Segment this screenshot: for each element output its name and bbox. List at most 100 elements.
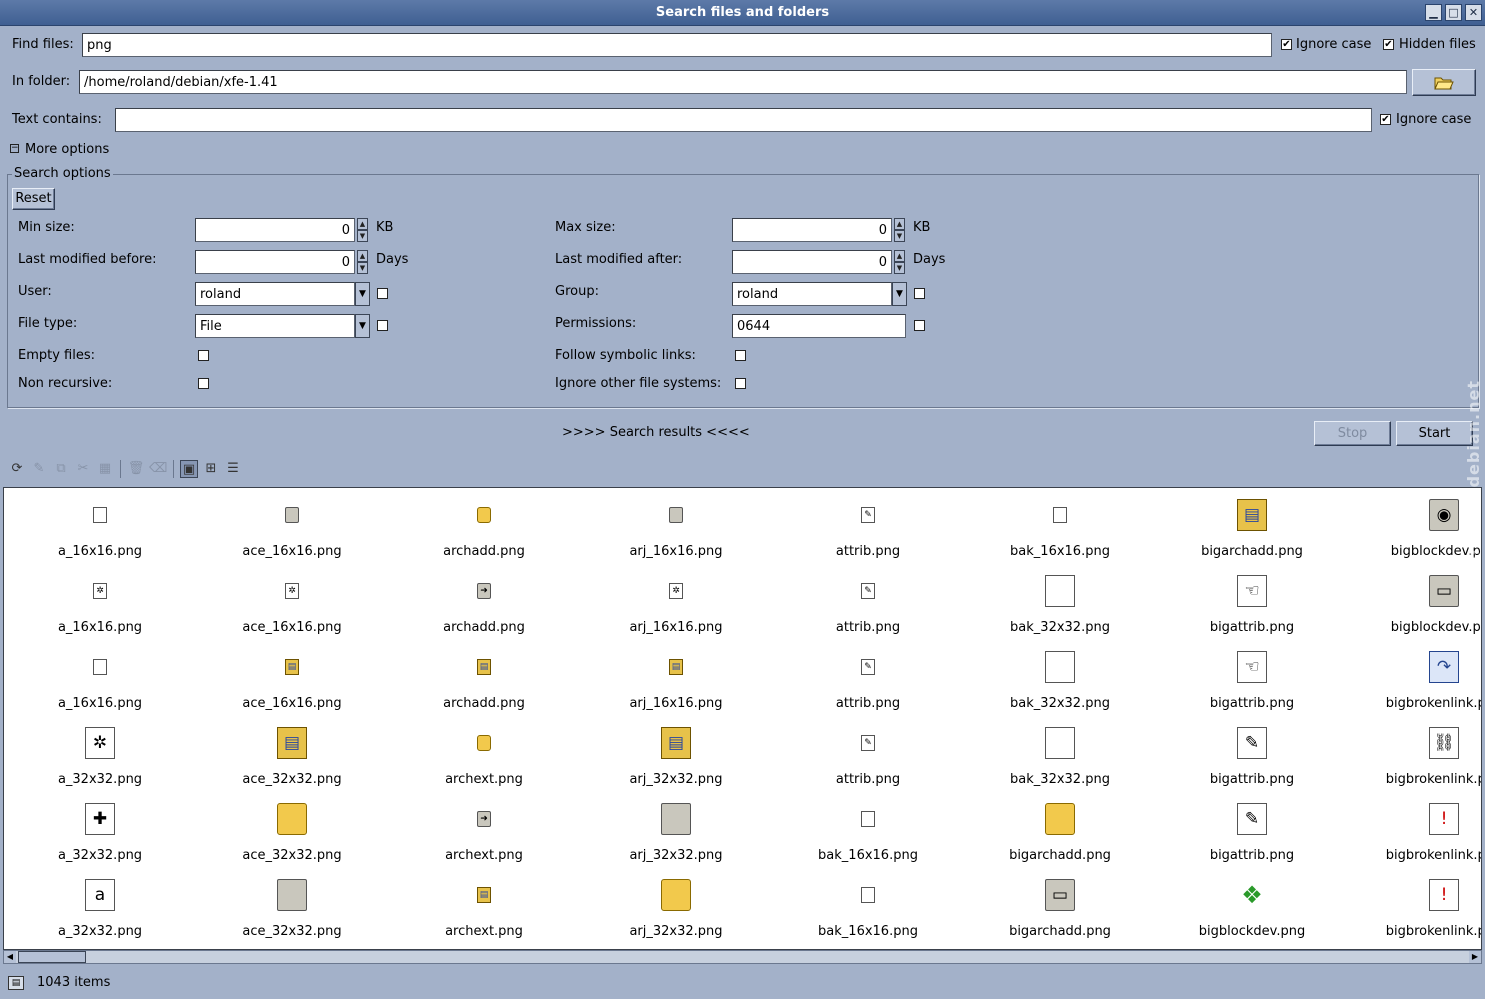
file-item[interactable]: ✎ attrib.png (772, 716, 964, 792)
delete-icon[interactable]: ⌫ (149, 460, 167, 478)
file-item[interactable]: arj_32x32.png (580, 792, 772, 868)
file-item[interactable]: ✲ ace_16x16.png (196, 564, 388, 640)
mod-before-input[interactable]: 0 (195, 250, 355, 274)
spin-up-icon[interactable]: ▲ (357, 250, 368, 262)
spin-up-icon[interactable]: ▲ (894, 218, 905, 230)
user-checkbox[interactable] (377, 288, 388, 299)
hidden-files-checkbox[interactable]: ✔ (1383, 39, 1394, 50)
file-item[interactable]: ✲ arj_16x16.png (580, 564, 772, 640)
mod-after-spinner[interactable]: ▲ ▼ (894, 250, 905, 274)
stop-button[interactable]: Stop (1314, 421, 1391, 446)
file-type-checkbox[interactable] (377, 320, 388, 331)
group-checkbox[interactable] (914, 288, 925, 299)
file-item[interactable]: arj_32x32.png (580, 868, 772, 944)
file-item[interactable]: archadd.png (388, 488, 580, 564)
scroll-right-icon[interactable]: ▶ (1469, 951, 1481, 963)
spin-down-icon[interactable]: ▼ (894, 262, 905, 274)
find-files-input[interactable]: png (82, 33, 1272, 57)
file-item[interactable]: bak_32x32.png (964, 640, 1156, 716)
group-select[interactable]: roland (732, 282, 892, 306)
refresh-icon[interactable]: ⟳ (8, 460, 26, 478)
file-item[interactable]: ace_16x16.png (196, 488, 388, 564)
reset-button[interactable]: Reset (12, 188, 55, 210)
file-item[interactable]: ✎ attrib.png (772, 564, 964, 640)
min-size-input[interactable]: 0 (195, 218, 355, 242)
file-item[interactable]: ↷ bigbrokenlink.png (1348, 640, 1481, 716)
file-type-select[interactable]: File (195, 314, 355, 338)
file-item[interactable]: ace_32x32.png (196, 792, 388, 868)
collapse-icon[interactable]: − (10, 144, 19, 153)
file-item[interactable]: ✚ a_32x32.png (4, 792, 196, 868)
text-ignore-case-checkbox[interactable]: ✔ (1380, 114, 1391, 125)
start-button[interactable]: Start (1396, 421, 1473, 446)
spin-down-icon[interactable]: ▼ (357, 230, 368, 242)
text-contains-input[interactable] (115, 108, 1372, 132)
file-item[interactable]: ☜ bigattrib.png (1156, 564, 1348, 640)
chevron-down-icon[interactable]: ▼ (355, 282, 370, 306)
file-item[interactable]: ✎ bigattrib.png (1156, 716, 1348, 792)
scrollbar-thumb[interactable] (18, 951, 86, 963)
copy-icon[interactable]: ⧉ (52, 460, 70, 478)
file-item[interactable]: ➜ archext.png (388, 792, 580, 868)
file-item[interactable]: ❖ bigblockdev.png (1156, 868, 1348, 944)
properties-icon[interactable]: ▦ (96, 460, 114, 478)
non-recursive-checkbox[interactable] (198, 378, 209, 389)
chevron-down-icon[interactable]: ▼ (892, 282, 907, 306)
mod-before-spinner[interactable]: ▲ ▼ (357, 250, 368, 274)
file-item[interactable]: archext.png (388, 716, 580, 792)
file-item[interactable]: ▤ archext.png (388, 868, 580, 944)
file-item[interactable]: arj_16x16.png (580, 488, 772, 564)
trash-icon[interactable]: 🗑 (127, 460, 145, 478)
spin-up-icon[interactable]: ▲ (894, 250, 905, 262)
max-size-spinner[interactable]: ▲ ▼ (894, 218, 905, 242)
file-item[interactable]: ✎ attrib.png (772, 640, 964, 716)
file-item[interactable]: ✎ attrib.png (772, 488, 964, 564)
ignore-case-checkbox[interactable]: ✔ (1281, 39, 1292, 50)
file-item[interactable]: bak_16x16.png (772, 792, 964, 868)
file-item[interactable]: ⛓ bigbrokenlink.png (1348, 716, 1481, 792)
file-item[interactable]: bak_32x32.png (964, 716, 1156, 792)
file-item[interactable]: bak_16x16.png (772, 868, 964, 944)
file-item[interactable]: ace_32x32.png (196, 868, 388, 944)
close-button[interactable]: ✕ (1465, 4, 1482, 21)
file-item[interactable]: ▤ ace_16x16.png (196, 640, 388, 716)
big-icons-view-icon[interactable]: ▣ (180, 460, 198, 478)
file-item[interactable]: ! bigbrokenlink.png (1348, 792, 1481, 868)
in-folder-input[interactable]: /home/roland/debian/xfe-1.41 (79, 70, 1407, 94)
file-item[interactable]: bigarchadd.png (964, 792, 1156, 868)
user-select[interactable]: roland (195, 282, 355, 306)
file-item[interactable]: bak_16x16.png (964, 488, 1156, 564)
min-size-spinner[interactable]: ▲ ▼ (357, 218, 368, 242)
cut-icon[interactable]: ✂ (74, 460, 92, 478)
ignore-fs-checkbox[interactable] (735, 378, 746, 389)
browse-folder-button[interactable] (1412, 69, 1476, 96)
file-item[interactable]: ▤ arj_16x16.png (580, 640, 772, 716)
file-item[interactable]: ! bigbrokenlink.png (1348, 868, 1481, 944)
small-icons-view-icon[interactable]: ⊞ (202, 460, 220, 478)
max-size-input[interactable]: 0 (732, 218, 892, 242)
edit-icon[interactable]: ✎ (30, 460, 48, 478)
file-item[interactable]: ▤ bigarchadd.png (1156, 488, 1348, 564)
results-panel[interactable]: a_16x16.png ace_16x16.png archadd.png arj_1… (3, 487, 1482, 950)
spin-down-icon[interactable]: ▼ (894, 230, 905, 242)
file-item[interactable]: ✲ a_16x16.png (4, 564, 196, 640)
spin-up-icon[interactable]: ▲ (357, 218, 368, 230)
spin-down-icon[interactable]: ▼ (357, 262, 368, 274)
file-item[interactable]: ✲ a_32x32.png (4, 716, 196, 792)
chevron-down-icon[interactable]: ▼ (355, 314, 370, 338)
file-item[interactable]: a a_32x32.png (4, 868, 196, 944)
detailed-view-icon[interactable]: ☰ (224, 460, 242, 478)
file-item[interactable]: ▭ bigarchadd.png (964, 868, 1156, 944)
permissions-checkbox[interactable] (914, 320, 925, 331)
scroll-left-icon[interactable]: ◀ (4, 951, 16, 963)
file-item[interactable]: ☜ bigattrib.png (1156, 640, 1348, 716)
file-item[interactable]: ✎ bigattrib.png (1156, 792, 1348, 868)
file-item[interactable]: ▤ arj_32x32.png (580, 716, 772, 792)
file-item[interactable]: bak_32x32.png (964, 564, 1156, 640)
file-item[interactable]: ▭ bigblockdev.png (1348, 564, 1481, 640)
file-item[interactable]: a_16x16.png (4, 488, 196, 564)
file-item[interactable]: ◉ bigblockdev.png (1348, 488, 1481, 564)
file-item[interactable]: a_16x16.png (4, 640, 196, 716)
follow-links-checkbox[interactable] (735, 350, 746, 361)
file-item[interactable]: ➜ archadd.png (388, 564, 580, 640)
